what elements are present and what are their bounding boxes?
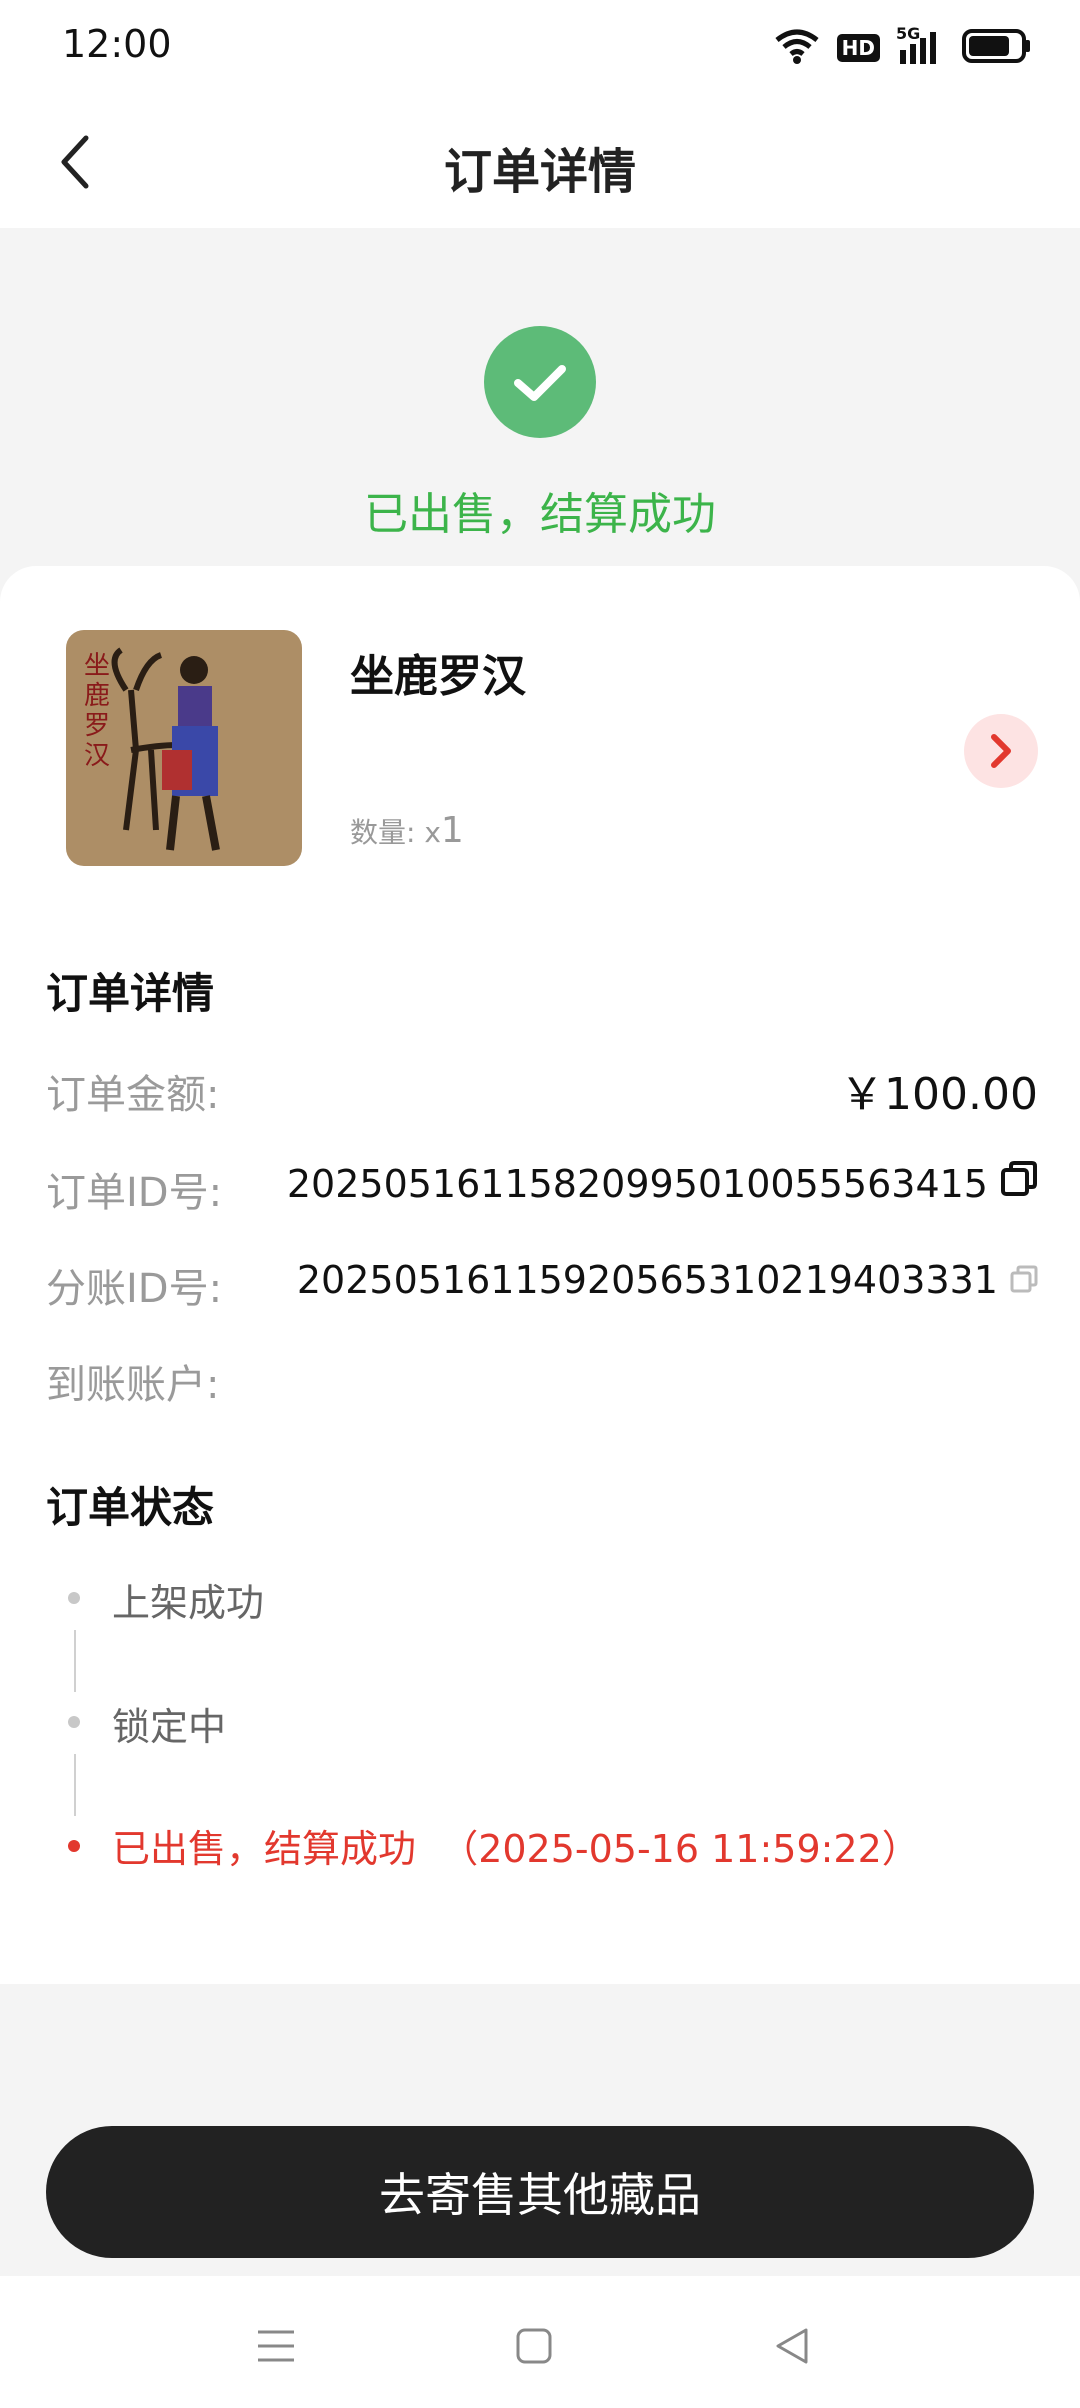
timeline-dot (68, 1716, 80, 1728)
copy-icon[interactable] (1010, 1258, 1038, 1302)
copy-icon[interactable] (1000, 1160, 1038, 1207)
home-icon[interactable] (504, 2316, 564, 2376)
status-hero-text: 已出售，结算成功 (364, 489, 716, 540)
wifi-icon (773, 26, 821, 70)
product-quantity: 数量: x1 (350, 810, 464, 851)
timeline-step-locked: 锁定中 (112, 1705, 227, 1749)
order-details-title: 订单详情 (46, 969, 215, 1018)
success-badge (484, 326, 596, 438)
timeline-step-sold-time: （2025-05-16 11:59:22） (440, 1827, 920, 1871)
order-id-row: 20250516115820995010055563415 (287, 1160, 1038, 1207)
battery-icon (962, 28, 1032, 68)
payout-account-label: 到账账户: (46, 1362, 220, 1408)
order-id-label: 订单ID号: (46, 1170, 223, 1216)
timeline-line (74, 1754, 76, 1816)
hd-icon: HD (836, 34, 880, 62)
back-triangle-icon[interactable] (762, 2316, 822, 2376)
chevron-right-icon (991, 734, 1011, 768)
nav-bar: 订单详情 (0, 96, 1080, 228)
svg-text:罗: 罗 (84, 711, 110, 741)
split-id-value: 20250516115920565310219403331 (296, 1258, 998, 1302)
order-amount-label: 订单金额: (46, 1072, 220, 1118)
order-amount-text: ￥100.00 (840, 1069, 1038, 1120)
svg-text:鹿: 鹿 (84, 681, 110, 711)
product-detail-button[interactable] (964, 714, 1038, 788)
timeline-dot-active (68, 1840, 80, 1852)
product-image[interactable]: 坐 鹿 罗 汉 (66, 630, 302, 866)
quantity-value: 1 (440, 810, 464, 851)
timeline-step-sold: 已出售，结算成功 （2025-05-16 11:59:22） (112, 1818, 920, 1873)
status-bar: 12:00 HD 5G (0, 0, 1080, 96)
signal-icon: 5G (896, 24, 946, 68)
order-id-value: 20250516115820995010055563415 (286, 1161, 988, 1206)
system-nav-bar (0, 2276, 1080, 2408)
status-time: 12:00 (62, 22, 172, 66)
timeline-step-sold-text: 已出售，结算成功 (112, 1827, 417, 1871)
timeline-step-listed: 上架成功 (112, 1581, 265, 1625)
menu-icon[interactable] (246, 2316, 306, 2376)
order-status-title: 订单状态 (46, 1483, 215, 1532)
check-icon (514, 365, 566, 401)
quantity-prefix: x (424, 816, 441, 849)
split-id-label: 分账ID号: (46, 1266, 223, 1312)
timeline-dot (68, 1592, 80, 1604)
split-id-row: 20250516115920565310219403331 (297, 1258, 1038, 1302)
page-title: 订单详情 (443, 144, 636, 200)
status-hero: 已出售，结算成功 (0, 228, 1080, 568)
order-amount-value: ￥100.00 (840, 1058, 1038, 1122)
product-image-caption-char: 坐 (84, 651, 110, 681)
svg-text:汉: 汉 (84, 741, 110, 771)
product-name: 坐鹿罗汉 (350, 651, 526, 702)
order-card: 坐 鹿 罗 汉 坐鹿罗汉 数量: x1 订单详情 订单金额: ￥100.00 订… (0, 566, 1080, 1984)
quantity-label: 数量: (350, 816, 416, 849)
timeline-line (74, 1630, 76, 1692)
status-icons: HD 5G (773, 24, 1032, 70)
consign-other-button[interactable]: 去寄售其他藏品 (46, 2126, 1034, 2258)
